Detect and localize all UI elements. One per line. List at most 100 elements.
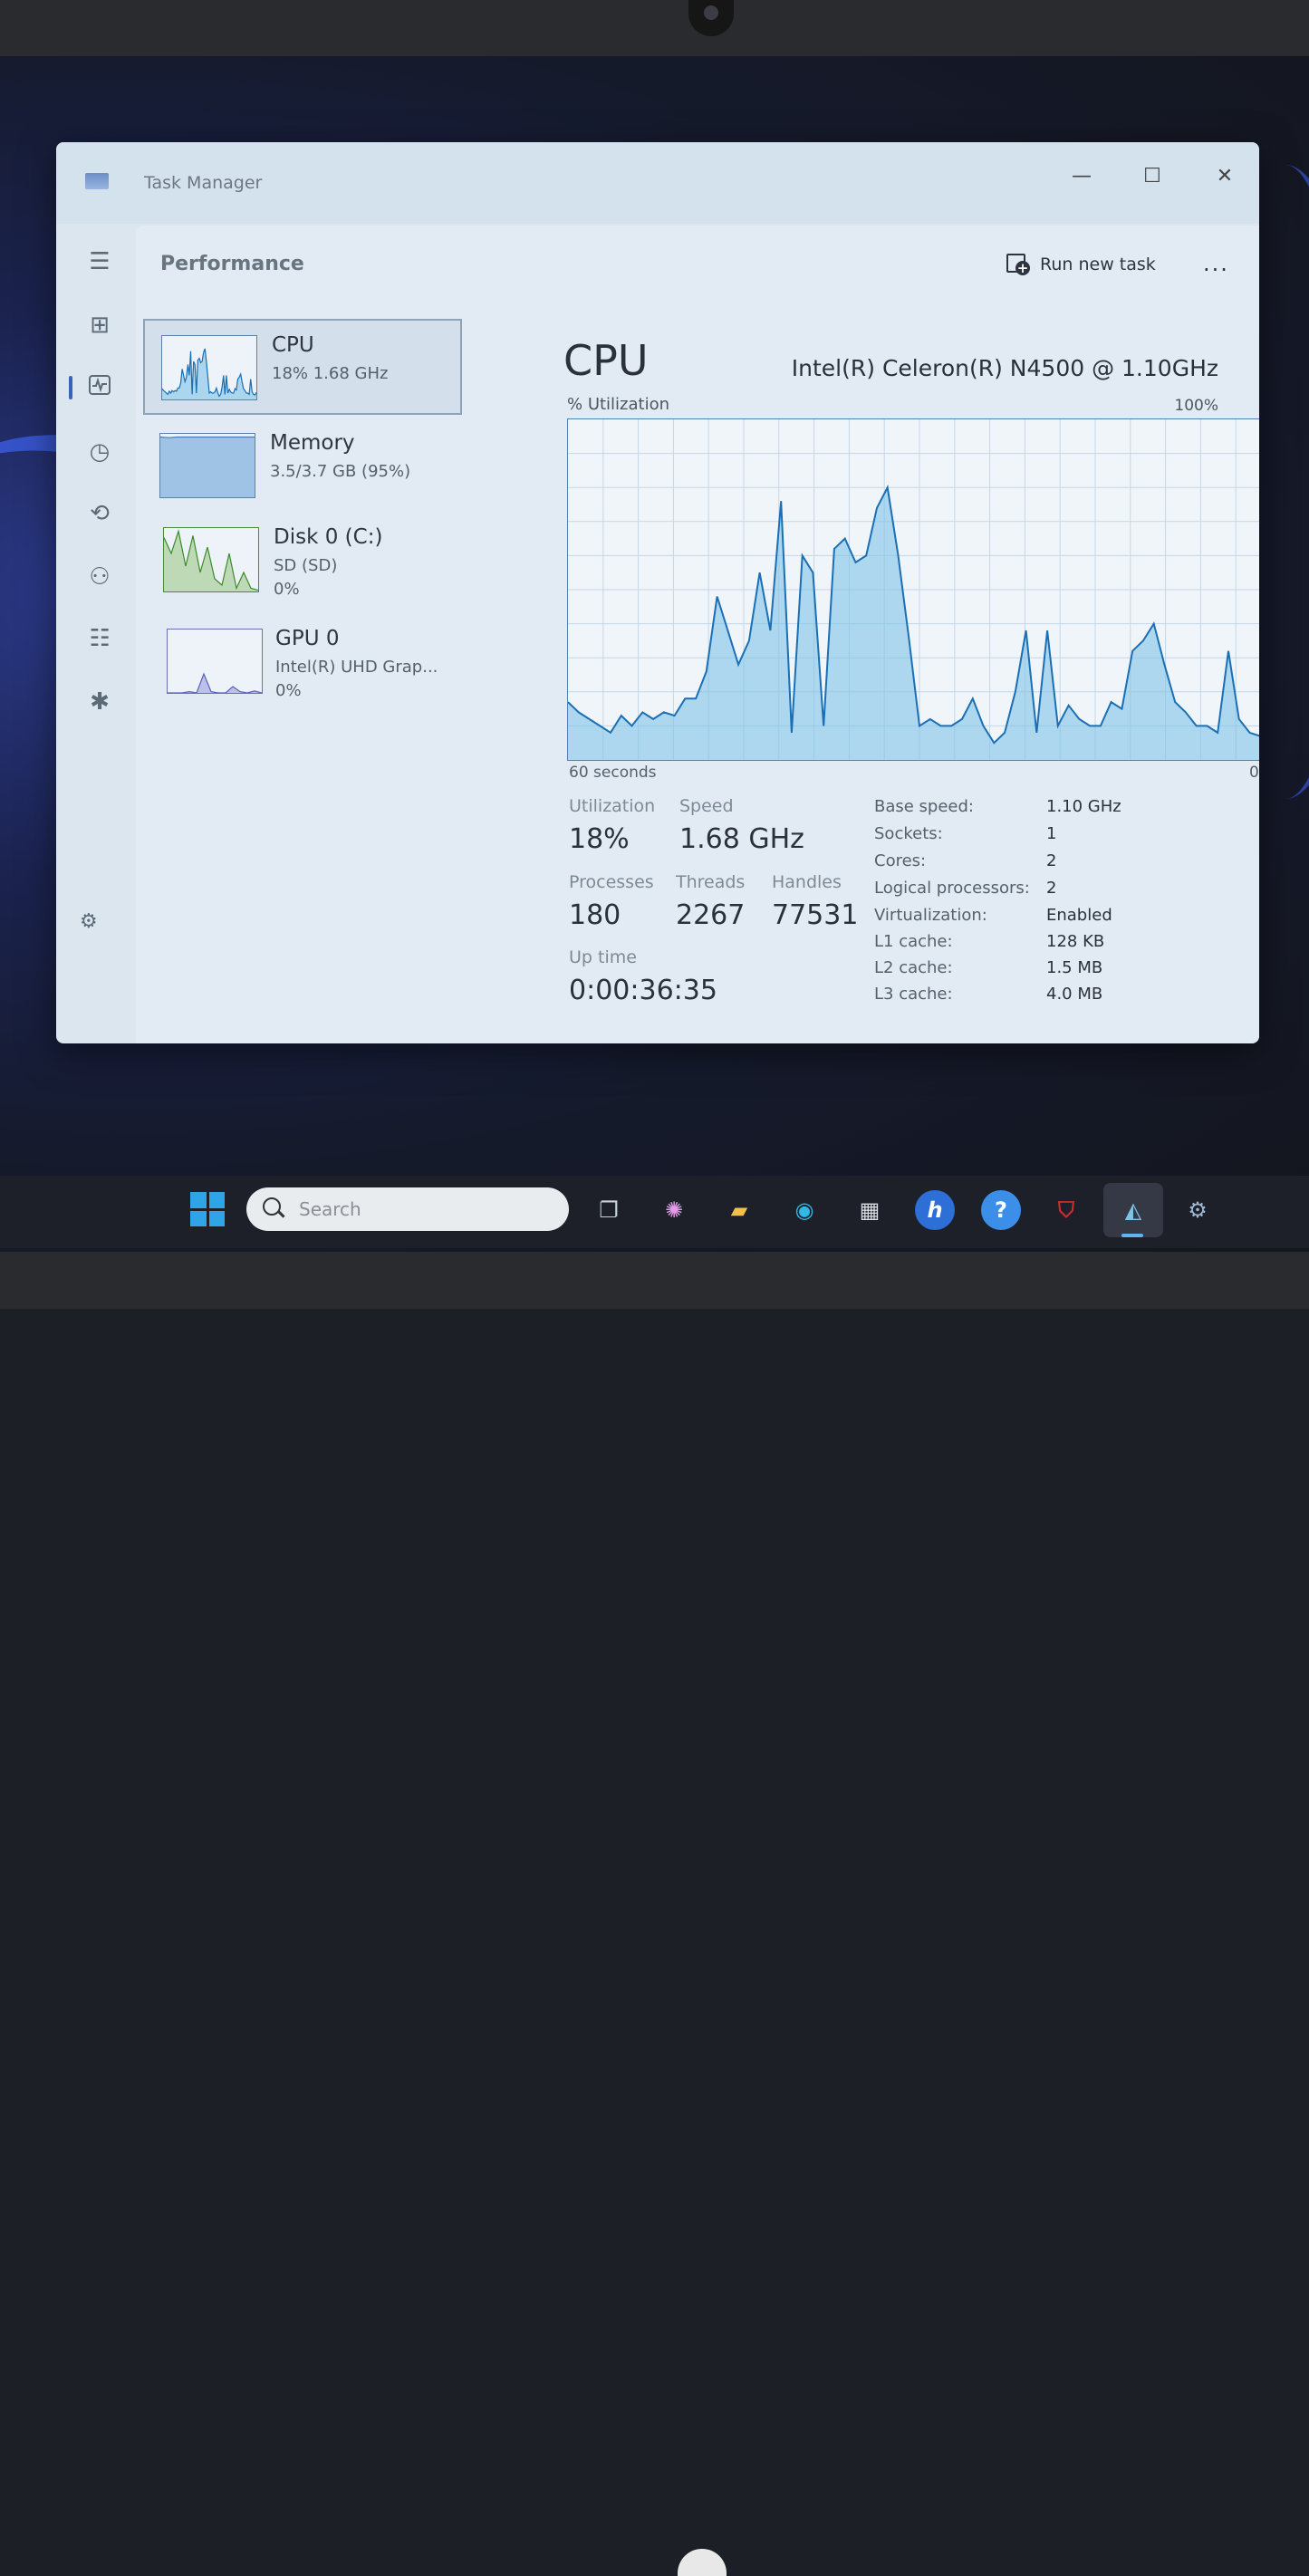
device-item-gpu[interactable]: GPU 0 Intel(R) UHD Grap... 0% [143, 614, 462, 710]
webcam-icon [688, 0, 734, 36]
page-header: Performance Run new task ... [136, 226, 1259, 305]
logical-processors-value: 2 [1046, 879, 1057, 898]
maximize-button[interactable]: ☐ [1132, 159, 1172, 195]
device-name: CPU [272, 333, 314, 357]
running-indicator [1121, 1234, 1143, 1237]
device-detail: 18% 1.68 GHz [272, 364, 389, 383]
utilization-value: 18% [569, 823, 630, 855]
processes-value: 180 [569, 899, 621, 931]
settings-taskbar-icon[interactable]: ⚙ [1178, 1190, 1218, 1230]
handles-label: Handles [772, 872, 842, 892]
l3-cache-label: L3 cache: [874, 985, 953, 1004]
base-speed-value: 1.10 GHz [1046, 797, 1121, 816]
l2-cache-value: 1.5 MB [1046, 958, 1103, 977]
performance-pane: Performance Run new task ... CPU 18% 1.6… [136, 226, 1259, 1043]
cores-value: 2 [1046, 851, 1057, 870]
performance-nav-icon[interactable] [83, 373, 116, 406]
l1-cache-value: 128 KB [1046, 932, 1105, 951]
processes-nav-icon[interactable]: ⊞ [83, 309, 116, 341]
l3-cache-value: 4.0 MB [1046, 985, 1103, 1004]
run-new-task-button[interactable]: Run new task [1006, 253, 1156, 276]
cpu-model-name: Intel(R) Celeron(R) N4500 @ 1.10GHz [791, 355, 1218, 381]
hp-logo-icon [678, 2549, 727, 2576]
device-detail: Intel(R) UHD Grap... [275, 658, 438, 677]
graph-max-label: 100% [1174, 397, 1218, 415]
processes-label: Processes [569, 872, 654, 892]
handles-value: 77531 [772, 899, 859, 931]
logical-processors-label: Logical processors: [874, 879, 1030, 898]
users-nav-icon[interactable]: ⚇ [83, 561, 116, 593]
memory-thumbnail-graph [159, 433, 255, 498]
app-history-nav-icon[interactable]: ◷ [83, 436, 116, 468]
more-options-button[interactable]: ... [1203, 251, 1229, 276]
usage-line [168, 672, 262, 693]
mcafee-icon[interactable]: ⛉ [1046, 1190, 1086, 1230]
task-view-icon[interactable]: ❐ [589, 1190, 629, 1230]
details-nav-icon[interactable]: ☷ [83, 622, 116, 655]
device-usage: 0% [275, 681, 302, 700]
startup-apps-nav-icon[interactable]: ⟲ [83, 497, 116, 530]
microsoft-store-icon[interactable]: ▦ [850, 1190, 890, 1230]
disk-thumbnail-graph [163, 527, 259, 592]
device-item-cpu[interactable]: CPU 18% 1.68 GHz [143, 319, 462, 415]
page-title: Performance [160, 253, 304, 275]
graph-time-span-label: 60 seconds [569, 764, 657, 782]
uptime-label: Up time [569, 947, 637, 967]
l2-cache-label: L2 cache: [874, 958, 953, 977]
l1-cache-label: L1 cache: [874, 932, 953, 951]
run-new-task-label: Run new task [1040, 255, 1156, 274]
device-detail: 3.5/3.7 GB (95%) [270, 462, 411, 481]
virtualization-label: Virtualization: [874, 906, 987, 925]
graph-time-end-label: 0 [1249, 764, 1259, 782]
minimize-button[interactable]: — [1062, 159, 1102, 195]
sockets-label: Sockets: [874, 824, 943, 843]
cores-label: Cores: [874, 851, 927, 870]
task-manager-app-icon [85, 173, 109, 189]
window-title: Task Manager [144, 173, 263, 193]
speed-label: Speed [679, 796, 734, 816]
cpu-thumbnail-graph [161, 335, 257, 400]
hp-app-icon[interactable]: ℎ [915, 1190, 955, 1230]
help-icon[interactable]: ? [981, 1190, 1021, 1230]
device-item-memory[interactable]: Memory 3.5/3.7 GB (95%) [143, 418, 462, 514]
copilot-icon[interactable]: ✺ [654, 1190, 694, 1230]
detail-title: CPU [563, 336, 649, 385]
threads-value: 2267 [676, 899, 746, 931]
nav-selection-indicator [69, 376, 72, 399]
services-nav-icon[interactable]: ✱ [83, 686, 116, 718]
device-usage: 0% [274, 580, 300, 599]
file-explorer-icon[interactable]: ▰ [719, 1190, 759, 1230]
usage-area [168, 674, 262, 693]
task-manager-window: Task Manager — ☐ ✕ ☰ ⊞ ◷ ⟲ ⚇ ☷ ✱ Perform… [56, 142, 1259, 1043]
cpu-utilization-graph [567, 418, 1259, 761]
task-manager-taskbar-icon[interactable]: ◭ [1113, 1190, 1153, 1230]
uptime-value: 0:00:36:35 [569, 975, 717, 1006]
sockets-value: 1 [1046, 824, 1057, 843]
utilization-axis-label: % Utilization [567, 395, 670, 414]
taskbar-search-box[interactable]: Search [246, 1187, 569, 1231]
speed-value: 1.68 GHz [679, 823, 804, 855]
device-detail: SD (SD) [274, 556, 338, 575]
settings-gear-icon[interactable]: ⚙ [80, 910, 98, 933]
hamburger-menu-icon[interactable]: ☰ [83, 245, 116, 278]
device-name: Memory [270, 431, 355, 455]
threads-label: Threads [676, 872, 746, 892]
edge-browser-icon[interactable]: ◉ [784, 1190, 824, 1230]
virtualization-value: Enabled [1046, 906, 1112, 925]
device-item-disk[interactable]: Disk 0 (C:) SD (SD) 0% [143, 513, 462, 609]
windows-start-icon[interactable] [190, 1192, 225, 1226]
base-speed-label: Base speed: [874, 797, 974, 816]
run-task-icon [1006, 253, 1030, 276]
laptop-bezel-bottom [0, 1252, 1309, 2576]
search-placeholder: Search [299, 1198, 361, 1220]
title-bar[interactable]: Task Manager — ☐ ✕ [56, 142, 1259, 224]
usage-area [160, 437, 255, 497]
usage-line [160, 436, 255, 438]
close-button[interactable]: ✕ [1205, 159, 1245, 195]
gpu-thumbnail-graph [167, 629, 263, 694]
utilization-label: Utilization [569, 796, 656, 816]
device-name: Disk 0 (C:) [274, 525, 383, 549]
laptop-bezel-top [0, 0, 1309, 56]
device-name: GPU 0 [275, 627, 340, 650]
search-icon [263, 1197, 281, 1216]
